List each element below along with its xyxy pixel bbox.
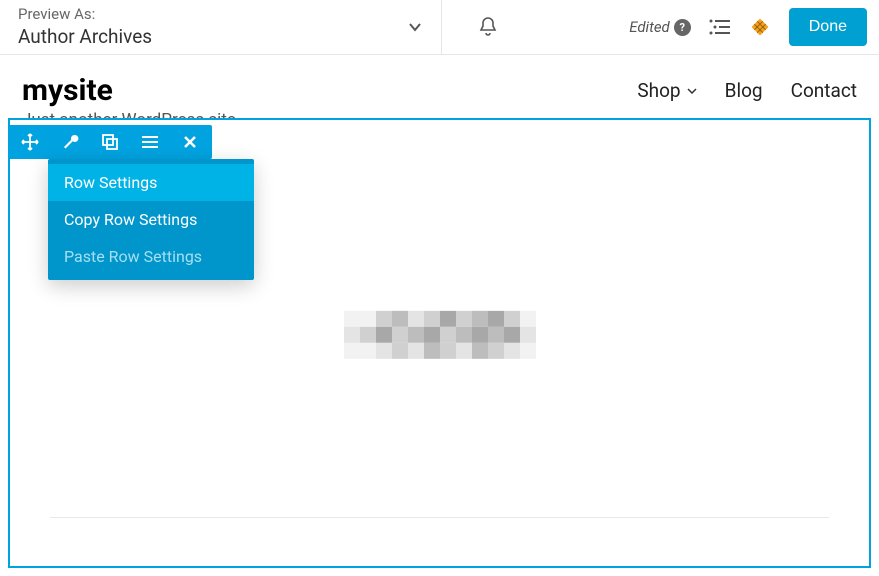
chevron-down-icon [407, 19, 423, 35]
pixelated-placeholder [344, 311, 536, 359]
menu-row-settings[interactable]: Row Settings [48, 164, 254, 201]
primary-nav: Shop Blog Contact [637, 79, 857, 102]
menu-copy-row-settings[interactable]: Copy Row Settings [48, 201, 254, 238]
menu-paste-row-settings: Paste Row Settings [48, 238, 254, 275]
row-context-menu: Row Settings Copy Row Settings Paste Row… [48, 159, 254, 280]
row-divider [50, 517, 829, 518]
nav-item-blog[interactable]: Blog [725, 79, 763, 102]
help-icon: ? [674, 19, 691, 36]
move-icon[interactable] [10, 127, 50, 157]
close-icon[interactable] [170, 127, 210, 157]
preview-label: Preview As: [18, 5, 152, 25]
done-button[interactable]: Done [789, 8, 867, 46]
site-header: mysite Shop Blog Contact [0, 55, 879, 108]
menu-icon[interactable] [130, 127, 170, 157]
topbar: Preview As: Author Archives Edited ? [0, 0, 879, 55]
preview-value: Author Archives [18, 25, 152, 50]
preview-as-selector[interactable]: Preview As: Author Archives [0, 0, 442, 54]
topbar-actions: Edited ? D [442, 0, 879, 54]
nav-item-shop[interactable]: Shop [637, 79, 696, 102]
edited-status[interactable]: Edited ? [629, 18, 691, 36]
row-toolbar [8, 125, 212, 159]
outline-icon[interactable] [709, 18, 731, 36]
duplicate-icon[interactable] [90, 127, 130, 157]
wrench-icon[interactable] [50, 127, 90, 157]
nav-item-contact[interactable]: Contact [791, 79, 857, 102]
bell-icon[interactable] [478, 16, 498, 38]
site-title[interactable]: mysite [22, 73, 113, 108]
chevron-down-icon [687, 88, 697, 94]
builder-icon[interactable] [749, 16, 771, 38]
